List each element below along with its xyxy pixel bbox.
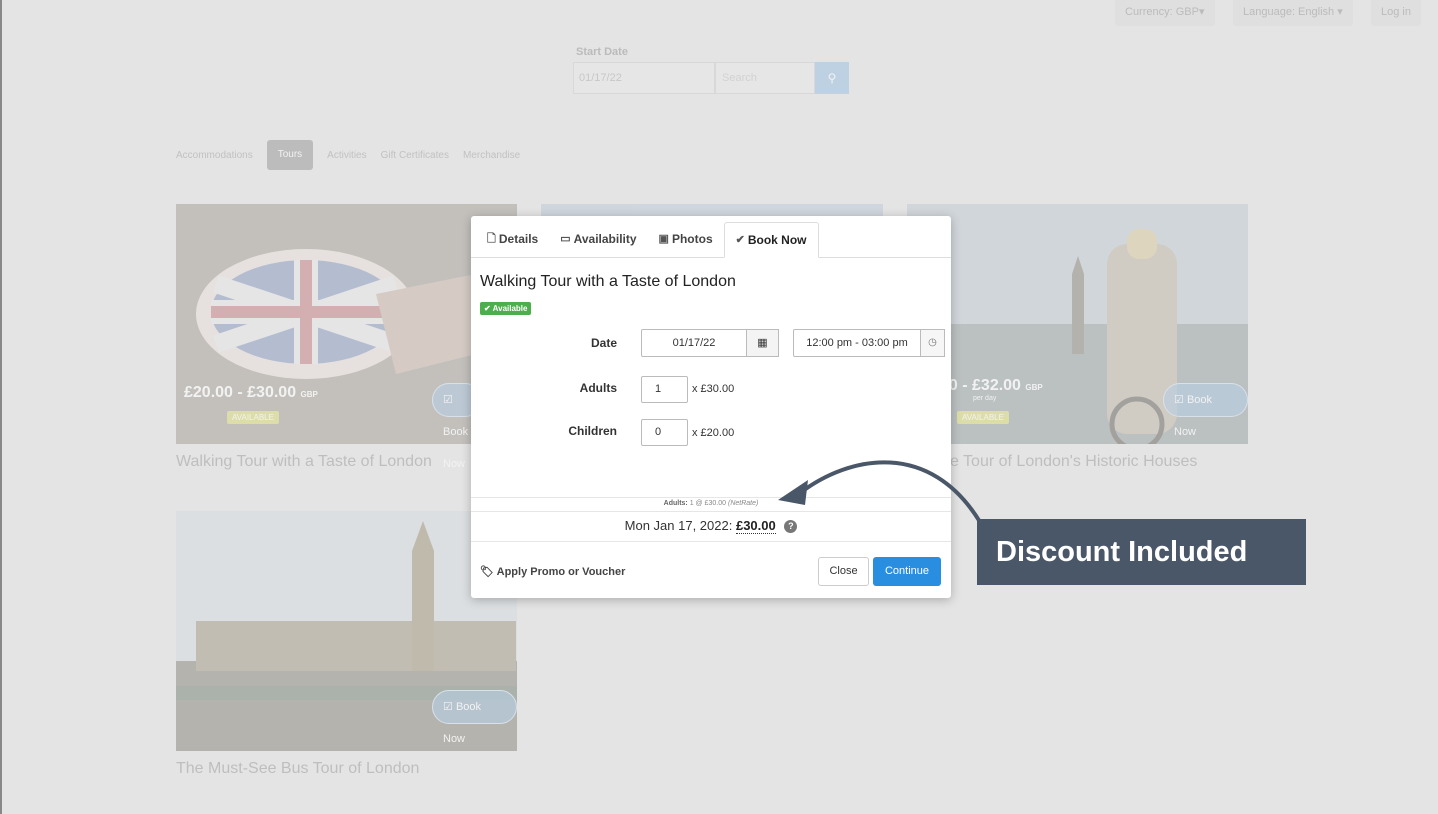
booking-modal: 🗋 Details ▭ Availability ▣ Photos ✔ Book Now… bbox=[471, 216, 951, 598]
card-price: 00 - £32.00 GBP bbox=[940, 377, 1043, 394]
booking-total: Mon Jan 17, 2022: £30.00 ? bbox=[471, 518, 951, 534]
divider bbox=[471, 541, 951, 542]
search-input[interactable]: Search bbox=[715, 62, 815, 94]
tag-icon: 🏷 bbox=[480, 566, 494, 578]
tab-tours[interactable]: Tours bbox=[266, 140, 314, 170]
category-tabs: Accommodations Tours Activities Gift Cer… bbox=[176, 140, 520, 170]
children-quantity-input[interactable]: 0 bbox=[641, 419, 688, 446]
card-title[interactable]: Walking Tour with a Taste of London bbox=[176, 453, 432, 471]
adults-label: Adults bbox=[579, 381, 617, 395]
card-title[interactable]: The Must-See Bus Tour of London bbox=[176, 760, 419, 778]
start-date-input[interactable]: 01/17/22 bbox=[573, 62, 715, 94]
clock-icon[interactable]: ◷ bbox=[920, 329, 945, 357]
divider bbox=[471, 511, 951, 512]
check-icon: ✔ bbox=[484, 304, 491, 313]
file-icon: 🗋 bbox=[487, 233, 496, 245]
check-icon: ✔ bbox=[735, 234, 745, 246]
total-amount[interactable]: £30.00 bbox=[735, 518, 776, 534]
tab-activities[interactable]: Activities bbox=[327, 150, 366, 161]
start-date-label: Start Date bbox=[576, 46, 628, 58]
close-button[interactable]: Close bbox=[818, 557, 869, 586]
modal-tabs: 🗋 Details ▭ Availability ▣ Photos ✔ Book Now bbox=[471, 216, 951, 258]
search-button[interactable]: ⚲ bbox=[815, 62, 849, 94]
login-link[interactable]: Log in bbox=[1371, 0, 1421, 26]
tab-gift-certificates[interactable]: Gift Certificates bbox=[381, 150, 449, 161]
discount-callout: Discount Included bbox=[977, 519, 1306, 585]
calendar-icon: ▦ bbox=[757, 337, 768, 349]
search-icon: ⚲ bbox=[827, 71, 837, 85]
language-selector[interactable]: Language: English ▾ bbox=[1233, 0, 1353, 26]
divider bbox=[471, 497, 951, 498]
tab-availability[interactable]: ▭ Availability bbox=[549, 221, 647, 257]
calendar-button[interactable]: ▦ bbox=[746, 329, 779, 357]
continue-button[interactable]: Continue bbox=[873, 557, 941, 586]
caret-down-icon: ▾ bbox=[1198, 6, 1205, 18]
children-label: Children bbox=[568, 424, 617, 438]
modal-title: Walking Tour with a Taste of London bbox=[480, 273, 736, 290]
checkbox-icon: ☑ bbox=[443, 394, 453, 406]
tab-merchandise[interactable]: Merchandise bbox=[463, 150, 520, 161]
tab-accommodations[interactable]: Accommodations bbox=[176, 150, 253, 161]
net-rate-line: Adults: 1 @ £30.00 (NetRate) bbox=[663, 500, 759, 507]
price-unit: per day bbox=[973, 395, 997, 402]
help-icon[interactable]: ? bbox=[784, 520, 798, 533]
available-chip: AVAILABLE bbox=[957, 411, 1009, 424]
currency-selector[interactable]: Currency: GBP▾ bbox=[1115, 0, 1215, 26]
calendar-icon: ▭ bbox=[560, 233, 571, 245]
book-now-button[interactable]: ☑ Book Now bbox=[432, 690, 517, 745]
checkbox-icon: ☑ bbox=[1174, 394, 1184, 406]
adults-unit-price: x £30.00 bbox=[692, 383, 735, 395]
children-unit-price: x £20.00 bbox=[692, 427, 735, 439]
card-title[interactable]: e Tour of London's Historic Houses bbox=[950, 453, 1197, 471]
tab-book-now[interactable]: ✔ Book Now bbox=[723, 222, 819, 258]
checkbox-icon: ☑ bbox=[443, 701, 453, 713]
available-badge: ✔ Available bbox=[480, 302, 532, 315]
caret-down-icon: ▾ bbox=[1337, 6, 1343, 18]
tab-details[interactable]: 🗋 Details bbox=[476, 221, 549, 257]
date-label: Date bbox=[590, 336, 617, 350]
book-now-button[interactable]: ☑ Book Now bbox=[1163, 383, 1248, 438]
tab-photos[interactable]: ▣ Photos bbox=[648, 221, 724, 257]
card-price: £20.00 - £30.00 GBP bbox=[184, 384, 318, 401]
date-input[interactable]: 01/17/22 bbox=[641, 329, 747, 357]
adults-quantity-input[interactable]: 1 bbox=[641, 376, 688, 403]
available-chip: AVAILABLE bbox=[227, 411, 279, 424]
apply-promo-link[interactable]: 🏷 Apply Promo or Voucher bbox=[480, 565, 625, 578]
time-slot-select[interactable]: 12:00 pm - 03:00 pm bbox=[793, 329, 921, 357]
image-icon: ▣ bbox=[658, 233, 669, 245]
